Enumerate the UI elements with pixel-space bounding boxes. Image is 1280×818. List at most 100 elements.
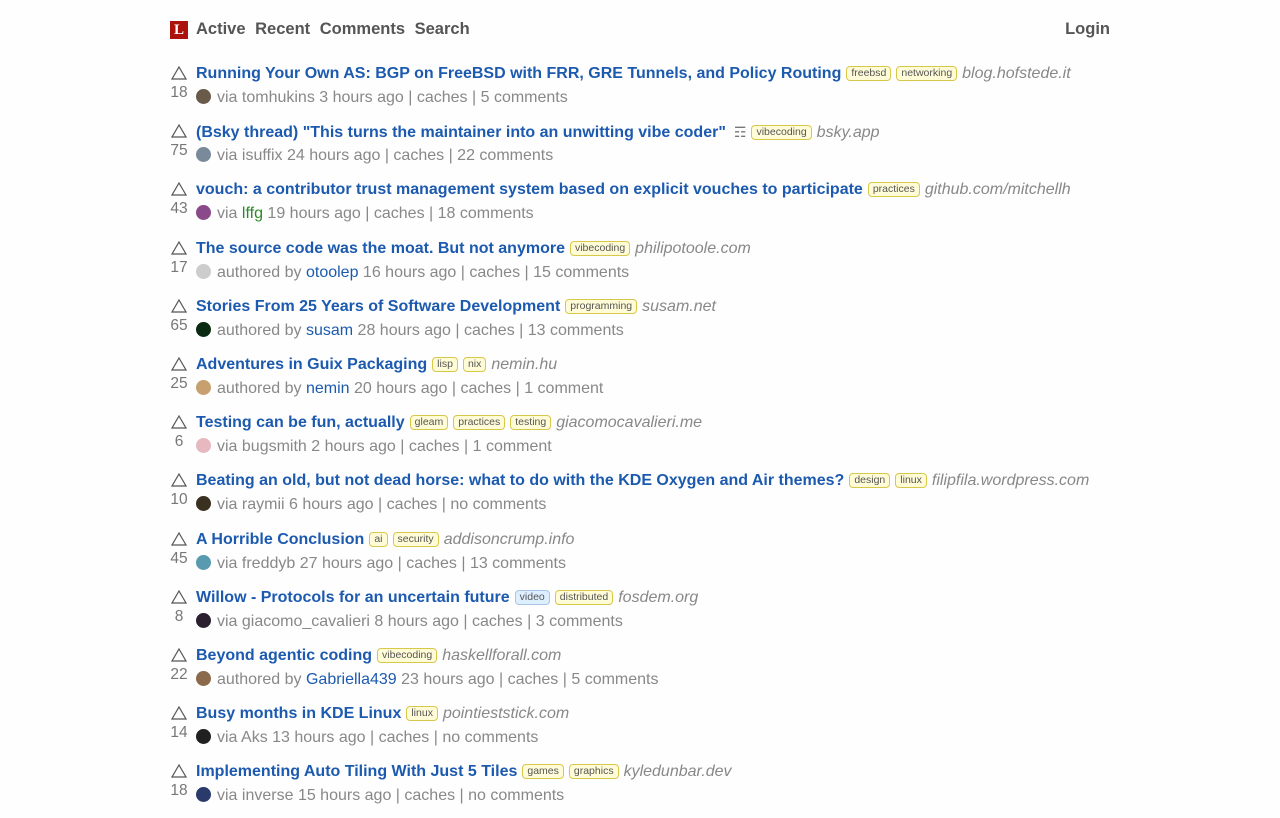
story-time[interactable]: 2 hours ago: [311, 438, 396, 455]
user-avatar[interactable]: [196, 438, 211, 453]
story-title-link[interactable]: Beyond agentic coding: [196, 647, 372, 664]
story-title-link[interactable]: Willow - Protocols for an uncertain futu…: [196, 589, 510, 606]
tag-vibecoding[interactable]: vibecoding: [569, 241, 631, 256]
upvote-button[interactable]: [170, 240, 188, 260]
story-title-link[interactable]: Implementing Auto Tiling With Just 5 Til…: [196, 763, 517, 780]
upvote-button[interactable]: [170, 705, 188, 725]
caches-link[interactable]: caches: [374, 205, 425, 222]
story-time[interactable]: 6 hours ago: [289, 496, 374, 513]
tag-video[interactable]: video: [514, 590, 550, 605]
tag-linux[interactable]: linux: [406, 706, 438, 721]
upvote-button[interactable]: [170, 356, 188, 376]
tag-vibecoding[interactable]: vibecoding: [377, 648, 438, 663]
user-avatar[interactable]: [196, 613, 211, 628]
caches-link[interactable]: caches: [464, 322, 515, 339]
user-avatar[interactable]: [196, 147, 211, 162]
story-domain[interactable]: giacomocavalieri.me: [556, 414, 702, 431]
story-domain[interactable]: bsky.app: [817, 124, 880, 141]
upvote-arrow-icon[interactable]: [170, 356, 188, 371]
story-domain[interactable]: nemin.hu: [491, 356, 557, 373]
upvote-arrow-icon[interactable]: [170, 763, 188, 778]
story-title-link[interactable]: vouch: a contributor trust management sy…: [196, 181, 863, 198]
tag-programming[interactable]: programming: [565, 299, 638, 314]
story-user-link[interactable]: freddyb: [242, 555, 295, 572]
comments-link[interactable]: 3 comments: [536, 613, 623, 630]
comments-link[interactable]: 1 comment: [524, 380, 603, 397]
story-domain[interactable]: pointieststick.com: [443, 705, 569, 722]
story-title-link[interactable]: Busy months in KDE Linux: [196, 705, 401, 722]
upvote-button[interactable]: [170, 123, 188, 143]
tag-gleam[interactable]: gleam: [409, 415, 449, 430]
tag-graphics[interactable]: graphics: [568, 764, 619, 779]
upvote-arrow-icon[interactable]: [170, 240, 188, 255]
upvote-arrow-icon[interactable]: [170, 298, 188, 313]
story-user-link[interactable]: bugsmith: [242, 438, 307, 455]
story-time[interactable]: 27 hours ago: [300, 555, 393, 572]
upvote-button[interactable]: [170, 647, 188, 667]
story-time[interactable]: 3 hours ago: [319, 89, 404, 106]
upvote-arrow-icon[interactable]: [170, 531, 188, 546]
story-user-link[interactable]: inverse: [242, 787, 294, 804]
upvote-button[interactable]: [170, 65, 188, 85]
story-user-link[interactable]: raymii: [242, 496, 285, 513]
story-time[interactable]: 20 hours ago: [354, 380, 447, 397]
comments-link[interactable]: 5 comments: [571, 671, 658, 688]
comments-link[interactable]: 15 comments: [533, 264, 629, 281]
user-avatar[interactable]: [196, 264, 211, 279]
caches-link[interactable]: caches: [393, 147, 444, 164]
story-title-link[interactable]: Beating an old, but not dead horse: what…: [196, 472, 844, 489]
story-time[interactable]: 15 hours ago: [298, 787, 391, 804]
tag-distributed[interactable]: distributed: [554, 590, 614, 605]
story-domain[interactable]: fosdem.org: [618, 589, 698, 606]
story-user-link[interactable]: tomhukins: [242, 89, 315, 106]
story-time[interactable]: 16 hours ago: [363, 264, 456, 281]
comments-link[interactable]: 5 comments: [481, 89, 568, 106]
user-avatar[interactable]: [196, 555, 211, 570]
comments-link[interactable]: no comments: [468, 787, 564, 804]
story-user-link[interactable]: Aks: [241, 729, 268, 746]
tag-testing[interactable]: testing: [510, 415, 552, 430]
user-avatar[interactable]: [196, 671, 211, 686]
story-title-link[interactable]: A Horrible Conclusion: [196, 531, 364, 548]
comments-link[interactable]: no comments: [450, 496, 546, 513]
story-domain[interactable]: filipfila.wordpress.com: [932, 472, 1089, 489]
tag-practices[interactable]: practices: [453, 415, 506, 430]
upvote-arrow-icon[interactable]: [170, 472, 188, 487]
story-time[interactable]: 13 hours ago: [272, 729, 365, 746]
story-time[interactable]: 23 hours ago: [401, 671, 494, 688]
caches-link[interactable]: caches: [472, 613, 523, 630]
story-user-link[interactable]: otoolep: [306, 264, 359, 281]
nav-comments[interactable]: Comments: [320, 20, 405, 38]
tag-security[interactable]: security: [392, 532, 439, 547]
comments-link[interactable]: 1 comment: [473, 438, 552, 455]
upvote-button[interactable]: [170, 181, 188, 201]
upvote-arrow-icon[interactable]: [170, 414, 188, 429]
upvote-arrow-icon[interactable]: [170, 123, 188, 138]
caches-link[interactable]: caches: [406, 555, 457, 572]
story-title-link[interactable]: Running Your Own AS: BGP on FreeBSD with…: [196, 65, 841, 82]
comments-link[interactable]: 13 comments: [528, 322, 624, 339]
story-domain[interactable]: philipotoole.com: [635, 240, 751, 257]
story-user-link[interactable]: susam: [306, 322, 353, 339]
upvote-button[interactable]: [170, 763, 188, 783]
story-domain[interactable]: susam.net: [642, 298, 716, 315]
story-user-link[interactable]: isuffix: [242, 147, 283, 164]
upvote-button[interactable]: [170, 531, 188, 551]
upvote-button[interactable]: [170, 589, 188, 609]
story-domain[interactable]: blog.hofstede.it: [962, 65, 1071, 82]
user-avatar[interactable]: [196, 380, 211, 395]
story-title-link[interactable]: Adventures in Guix Packaging: [196, 356, 427, 373]
story-time[interactable]: 24 hours ago: [287, 147, 380, 164]
caches-link[interactable]: caches: [508, 671, 559, 688]
caches-link[interactable]: caches: [417, 89, 468, 106]
tag-freebsd[interactable]: freebsd: [846, 66, 892, 81]
tag-linux[interactable]: linux: [895, 473, 927, 488]
upvote-arrow-icon[interactable]: [170, 589, 188, 604]
story-time[interactable]: 19 hours ago: [267, 205, 360, 222]
story-title-link[interactable]: Stories From 25 Years of Software Develo…: [196, 298, 560, 315]
caches-link[interactable]: caches: [379, 729, 430, 746]
story-user-link[interactable]: Gabriella439: [306, 671, 397, 688]
nav-active[interactable]: Active: [196, 20, 246, 38]
caches-link[interactable]: caches: [404, 787, 455, 804]
tag-lisp[interactable]: lisp: [432, 357, 458, 372]
